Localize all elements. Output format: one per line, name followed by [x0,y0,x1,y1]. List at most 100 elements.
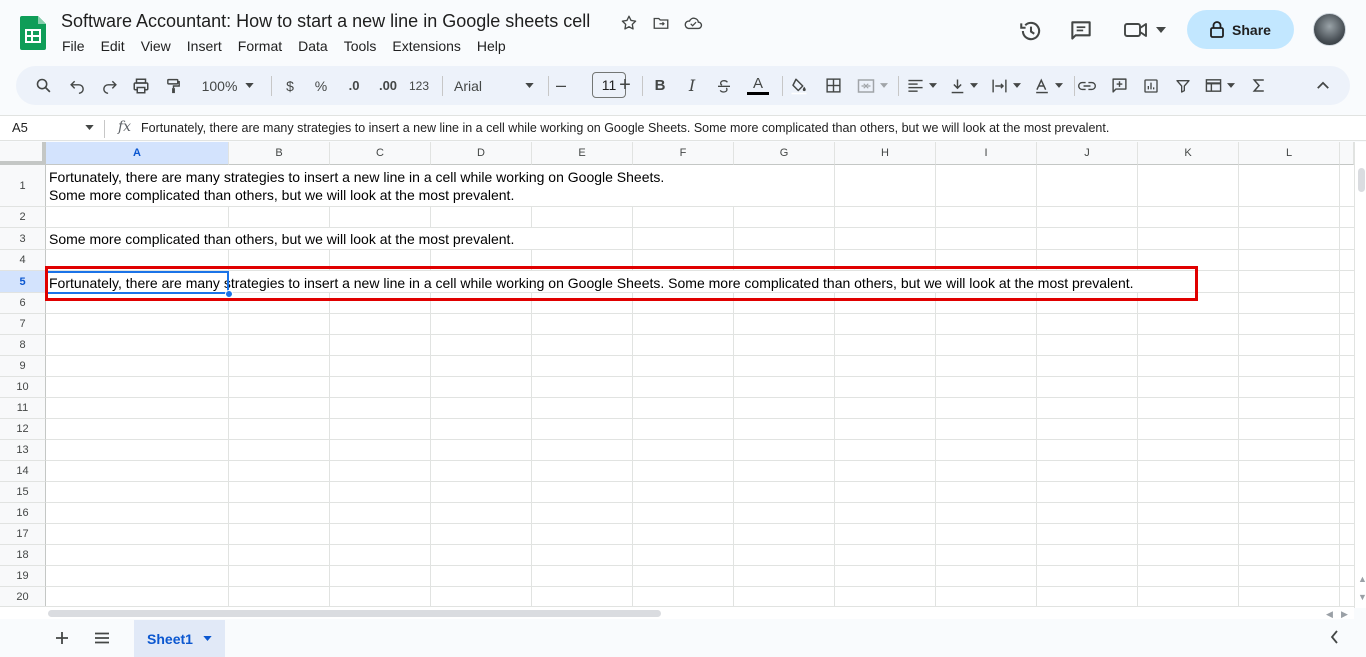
decrease-decimal-button[interactable]: .0 [342,66,366,105]
row-header-12[interactable]: 12 [0,419,46,440]
column-header-a[interactable]: A [46,142,229,165]
column-header-i[interactable]: I [936,142,1037,165]
print-icon[interactable] [130,66,152,105]
row-header-6[interactable]: 6 [0,293,46,314]
chevron-down-icon[interactable] [85,125,94,130]
select-all-corner[interactable] [0,142,46,165]
cloud-saved-icon[interactable] [682,12,704,34]
row-header-8[interactable]: 8 [0,335,46,356]
currency-format-button[interactable]: $ [280,66,300,105]
merge-cells-button[interactable] [854,66,890,105]
vertical-scrollbar[interactable]: ▲ ▼ [1354,142,1366,608]
version-history-icon[interactable] [1018,18,1044,49]
menu-extensions[interactable]: Extensions [384,37,468,55]
comments-icon[interactable] [1068,18,1094,49]
row-header-11[interactable]: 11 [0,398,46,419]
strikethrough-icon[interactable] [714,66,734,105]
cell-a1-line-2[interactable]: Some more complicated than others, but w… [49,186,514,204]
row-header-20[interactable]: 20 [0,587,46,608]
row-header-2[interactable]: 2 [0,207,46,228]
insert-chart-icon[interactable] [1140,66,1162,105]
hide-menus-chevron-up-icon[interactable] [1312,66,1334,105]
row-header-14[interactable]: 14 [0,461,46,482]
all-sheets-menu-icon[interactable] [92,628,112,648]
scroll-down-arrow-icon[interactable]: ▼ [1358,592,1366,602]
row-header-5[interactable]: 5 [0,271,46,293]
row-header-16[interactable]: 16 [0,503,46,524]
move-folder-icon[interactable] [650,12,672,34]
add-sheet-icon[interactable] [52,628,72,648]
scroll-right-arrow-icon[interactable]: ▶ [1341,609,1348,620]
vertical-scroll-thumb[interactable] [1358,168,1365,192]
row-header-7[interactable]: 7 [0,314,46,335]
undo-icon[interactable] [66,66,88,105]
borders-icon[interactable] [822,66,844,105]
cell-a1-line-1[interactable]: Fortunately, there are many strategies t… [49,168,664,186]
column-header-b[interactable]: B [229,142,330,165]
text-wrapping-button[interactable] [988,66,1024,105]
row-header-18[interactable]: 18 [0,545,46,566]
text-rotation-button[interactable] [1030,66,1066,105]
insert-link-icon[interactable] [1076,66,1098,105]
sheet-tab-sheet1[interactable]: Sheet1 [134,620,225,657]
column-header-l[interactable]: L [1239,142,1340,165]
increase-decimal-button[interactable]: .00 [374,66,402,105]
document-title[interactable]: Software Accountant: How to start a new … [61,11,590,32]
redo-icon[interactable] [98,66,120,105]
functions-sigma-icon[interactable] [1248,66,1270,105]
menu-view[interactable]: View [133,37,179,55]
number-format-button[interactable]: 123 [406,66,432,105]
row-header-17[interactable]: 17 [0,524,46,545]
row-header-3[interactable]: 3 [0,228,46,250]
column-header-g[interactable]: G [734,142,835,165]
column-header-d[interactable]: D [431,142,532,165]
row-header-15[interactable]: 15 [0,482,46,503]
menu-help[interactable]: Help [469,37,514,55]
spreadsheet-grid[interactable]: A B C D E F G H I J K L 1 2 3 4 5 6 7 8 … [0,142,1354,608]
horizontal-scroll-thumb[interactable] [48,610,661,617]
horizontal-align-button[interactable] [904,66,940,105]
row-header-19[interactable]: 19 [0,566,46,587]
cell-a3[interactable]: Some more complicated than others, but w… [49,230,514,248]
column-header-c[interactable]: C [330,142,431,165]
name-box[interactable]: A5 [12,120,28,135]
column-header-f[interactable]: F [633,142,734,165]
row-header-13[interactable]: 13 [0,440,46,461]
decrease-font-size-button[interactable]: – [552,66,570,105]
menu-file[interactable]: File [54,37,93,55]
search-menus-icon[interactable] [32,66,54,105]
column-header-j[interactable]: J [1037,142,1138,165]
filter-icon[interactable] [1172,66,1194,105]
percent-format-button[interactable]: % [311,66,331,105]
row-header-4[interactable]: 4 [0,250,46,271]
italic-button[interactable]: I [682,66,702,105]
increase-font-size-button[interactable]: + [616,66,634,105]
meet-call-button[interactable] [1122,18,1166,42]
filter-views-button[interactable] [1202,66,1238,105]
column-header-h[interactable]: H [835,142,936,165]
column-header-e[interactable]: E [532,142,633,165]
sheets-logo-icon[interactable] [20,16,46,50]
star-icon[interactable] [618,12,640,34]
share-button[interactable]: Share [1187,10,1294,49]
zoom-select[interactable]: 100% [196,66,260,105]
row-header-1[interactable]: 1 [0,165,46,207]
menu-insert[interactable]: Insert [179,37,230,55]
vertical-align-button[interactable] [946,66,982,105]
insert-comment-icon[interactable] [1108,66,1130,105]
horizontal-scrollbar[interactable]: ◀ ▶ [0,606,1354,619]
row-header-10[interactable]: 10 [0,377,46,398]
menu-data[interactable]: Data [290,37,336,55]
formula-input[interactable]: Fortunately, there are many strategies t… [141,121,1109,135]
menu-edit[interactable]: Edit [93,37,133,55]
menu-format[interactable]: Format [230,37,290,55]
avatar[interactable] [1313,13,1346,46]
fill-color-icon[interactable] [788,66,810,105]
paint-format-icon[interactable] [162,66,184,105]
scroll-up-arrow-icon[interactable]: ▲ [1358,574,1366,584]
text-color-button[interactable]: A [746,66,770,105]
row-header-9[interactable]: 9 [0,356,46,377]
menu-tools[interactable]: Tools [336,37,385,55]
scroll-left-arrow-icon[interactable]: ◀ [1326,609,1333,620]
column-header-k[interactable]: K [1138,142,1239,165]
